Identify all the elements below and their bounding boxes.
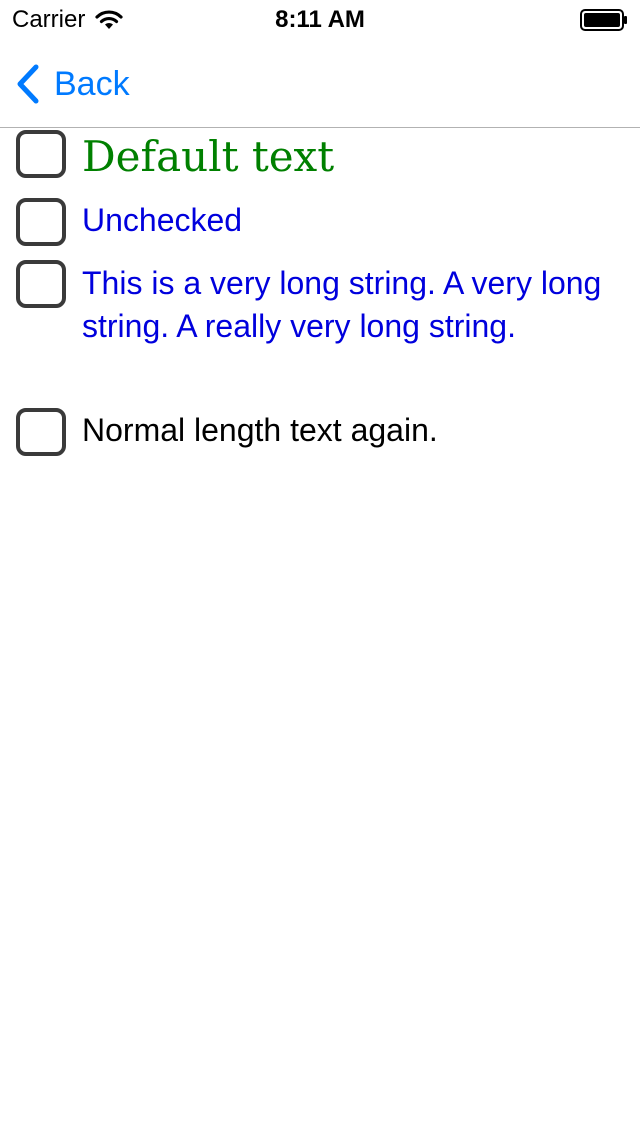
checkbox[interactable] bbox=[16, 408, 66, 456]
status-bar: Carrier 8:11 AM bbox=[0, 0, 640, 40]
navigation-bar: Back bbox=[0, 40, 640, 128]
back-label: Back bbox=[54, 64, 130, 103]
checkbox-label: This is a very long string. A very long … bbox=[82, 265, 602, 344]
checkbox[interactable] bbox=[16, 130, 66, 178]
checkbox[interactable] bbox=[16, 260, 66, 308]
back-button[interactable]: Back bbox=[14, 60, 130, 108]
checkbox-label: Normal length text again. bbox=[82, 412, 438, 448]
chevron-left-icon bbox=[17, 64, 39, 104]
checkbox[interactable] bbox=[16, 198, 66, 246]
battery-icon bbox=[580, 9, 627, 31]
status-time: 8:11 AM bbox=[275, 6, 365, 33]
checkbox-label: Unchecked bbox=[82, 202, 243, 238]
checkbox-label: Default text bbox=[82, 132, 335, 181]
